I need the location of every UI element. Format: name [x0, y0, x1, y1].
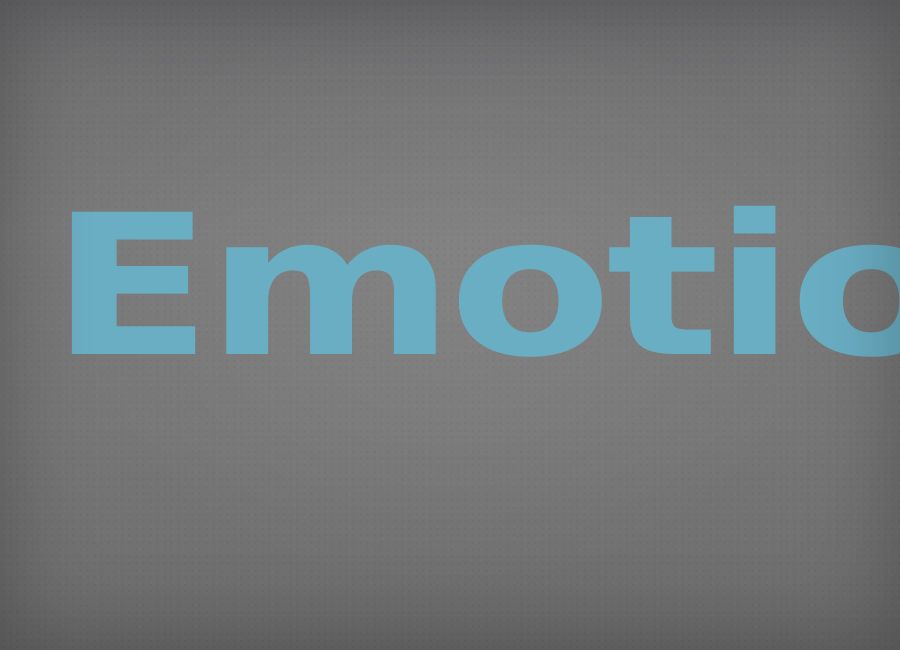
title-text: Emotion	[50, 173, 900, 401]
title-card: Emotion	[0, 0, 900, 650]
